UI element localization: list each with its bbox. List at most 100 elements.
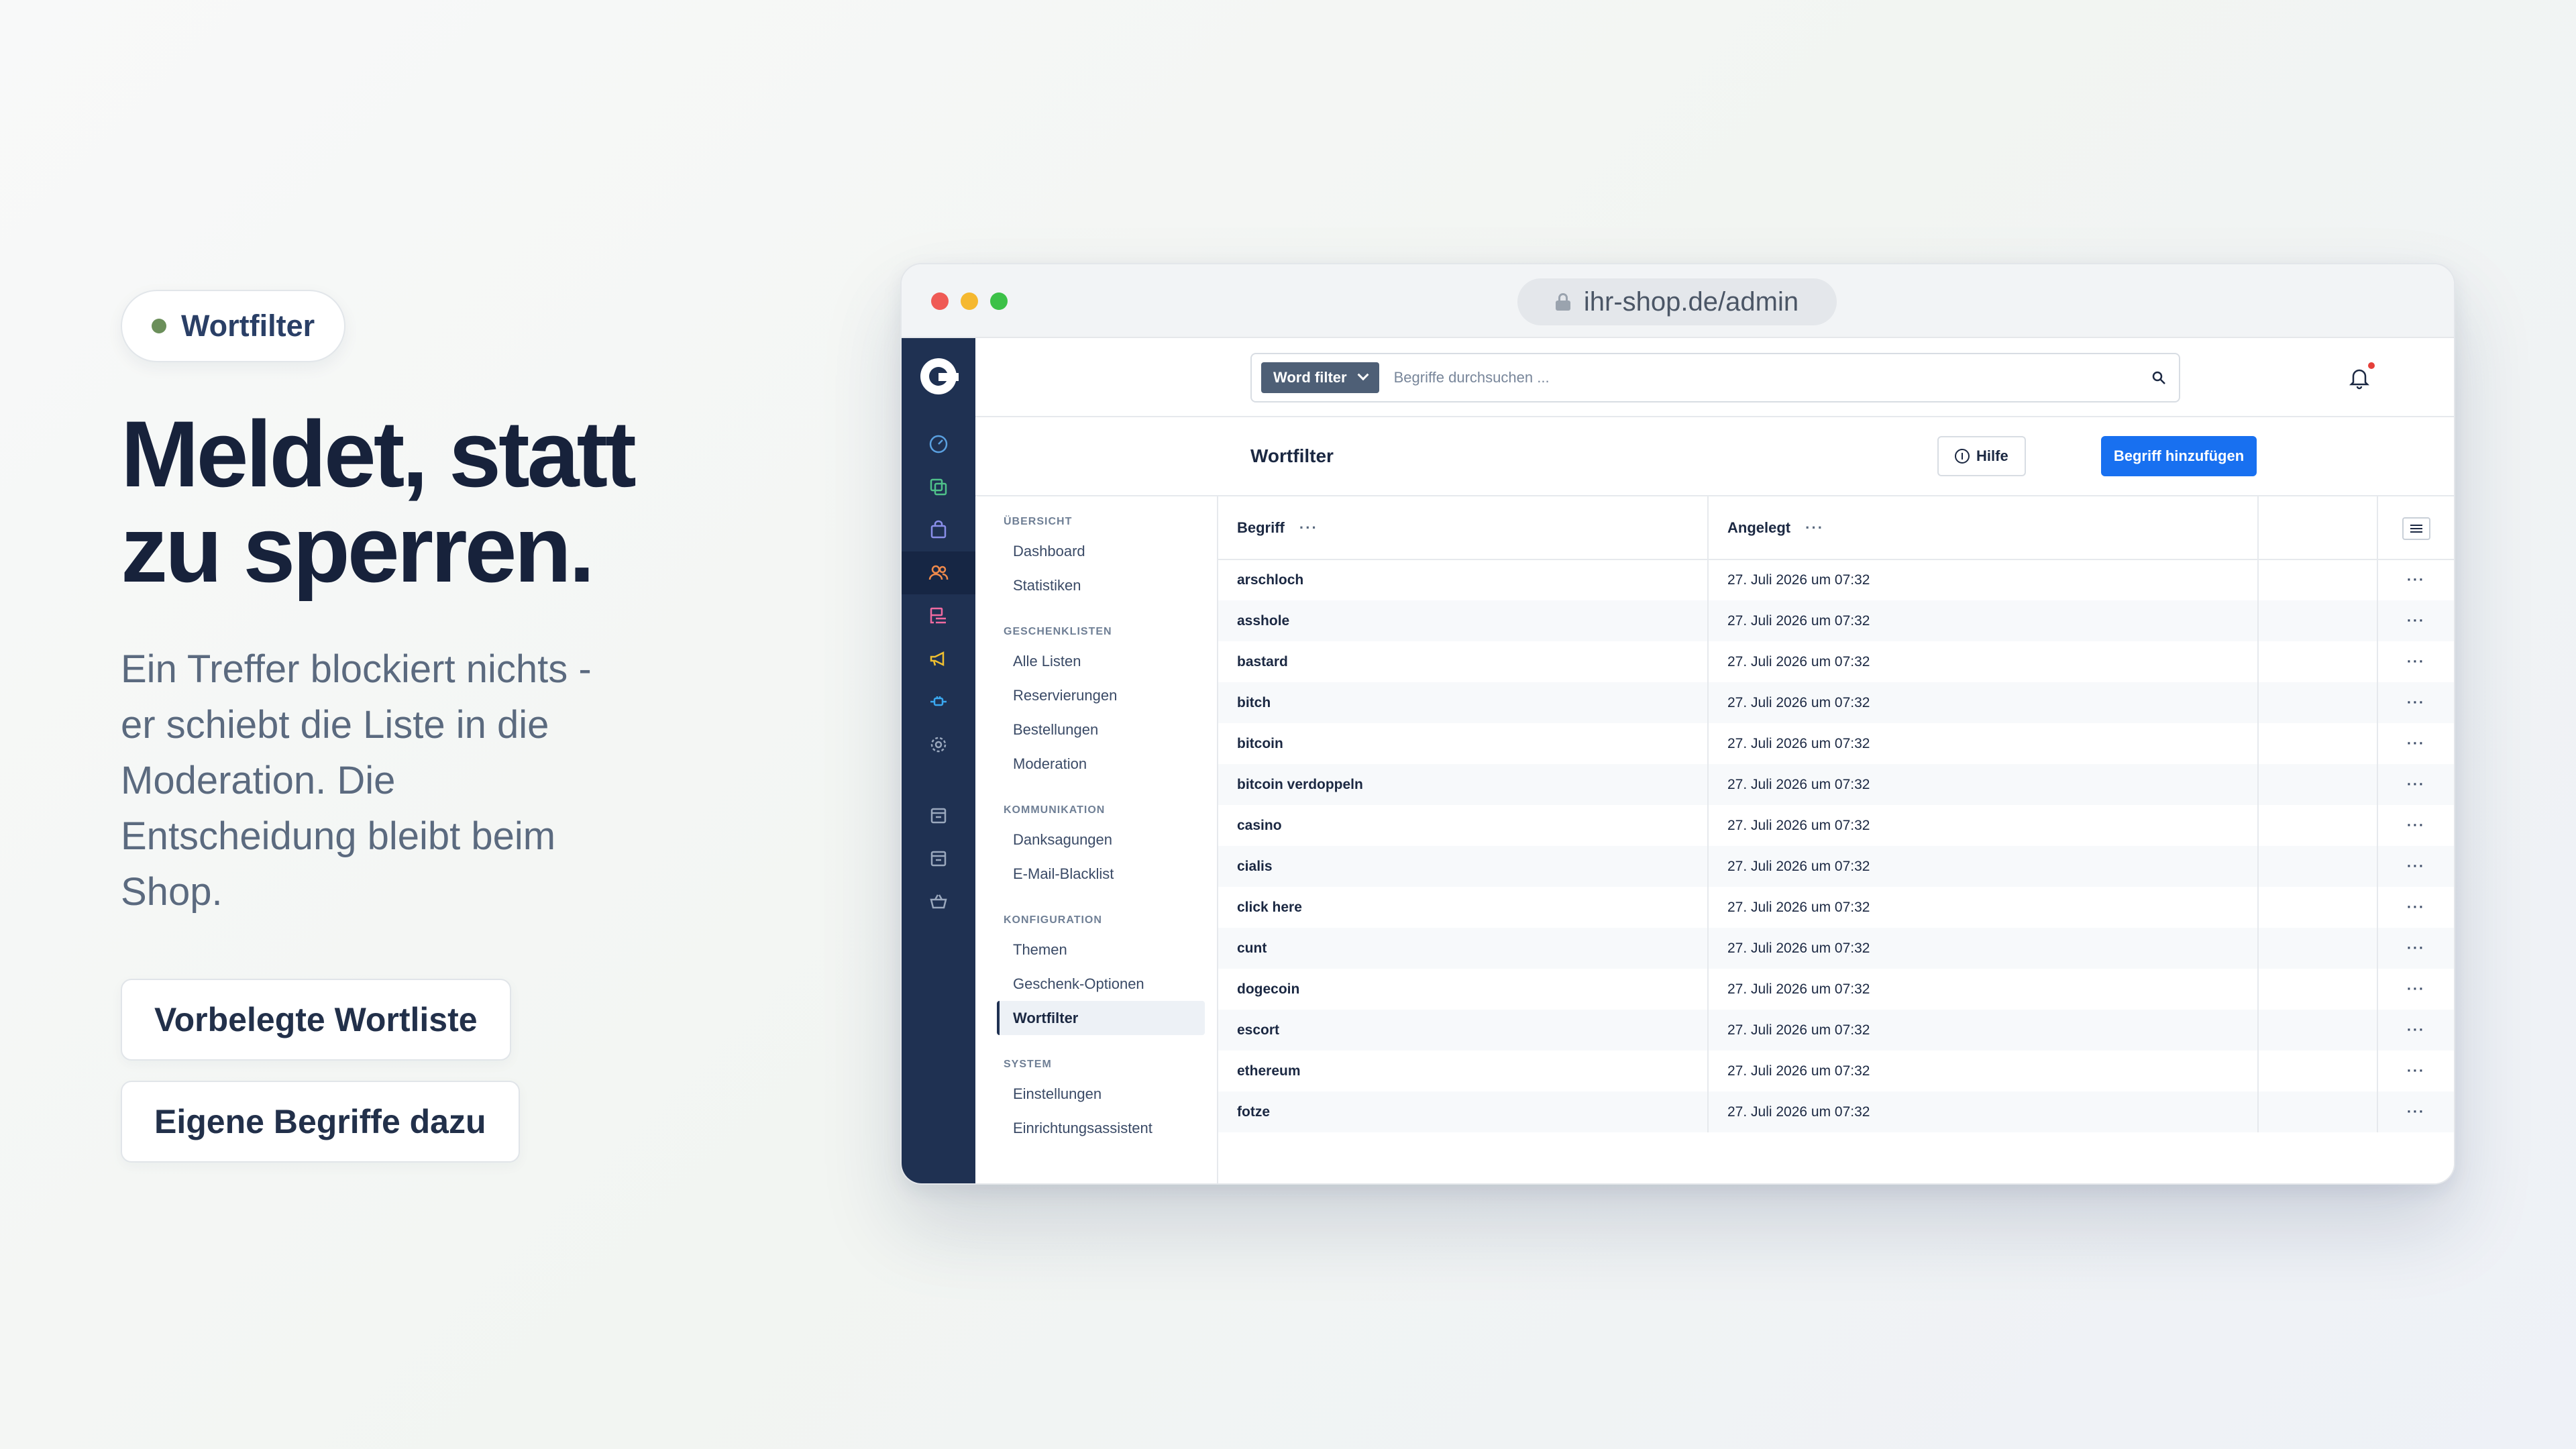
- search-scope-dropdown[interactable]: Word filter: [1261, 362, 1379, 393]
- subnav-section-communication: KOMMUNIKATION Danksagungen E-Mail-Blackl…: [997, 798, 1217, 891]
- spacer-cell: [2257, 887, 2377, 928]
- nav-sales-channel-1[interactable]: [902, 794, 975, 837]
- subnav-item-themes[interactable]: Themen: [997, 932, 1205, 967]
- created-cell: 27. Juli 2026 um 07:32: [1707, 1051, 2258, 1091]
- row-actions-button[interactable]: ···: [2377, 887, 2454, 928]
- column-options-button[interactable]: ···: [1805, 519, 1824, 536]
- row-actions-button[interactable]: ···: [2377, 1010, 2454, 1051]
- headline-line-2: zu sperren.: [121, 496, 595, 602]
- column-header-term[interactable]: Begriff ···: [1218, 496, 1708, 560]
- row-actions-button[interactable]: ···: [2377, 682, 2454, 723]
- row-actions-button[interactable]: ···: [2377, 846, 2454, 887]
- orders-bag-icon: [930, 520, 947, 539]
- nav-sales-channel-3[interactable]: [902, 880, 975, 923]
- add-term-button[interactable]: Begriff hinzufügen: [2101, 436, 2257, 476]
- hero: Wortfilter Meldet, statt zu sperren. Ein…: [121, 290, 859, 1163]
- feature-preset-wordlist: Vorbelegte Wortliste: [121, 979, 511, 1061]
- term-cell: casino: [1237, 817, 1282, 833]
- created-cell: 27. Juli 2026 um 07:32: [1707, 682, 2258, 723]
- nav-catalog[interactable]: [902, 466, 975, 508]
- nav-marketing[interactable]: [902, 637, 975, 680]
- wordfilter-table: Begriff ··· Angelegt ··· arschloch 27. J…: [1218, 496, 2454, 1183]
- spacer-cell: [2257, 682, 2377, 723]
- table-row[interactable]: bitch 27. Juli 2026 um 07:32 ···: [1218, 682, 2454, 723]
- term-cell: click here: [1237, 899, 1302, 915]
- nav-extensions[interactable]: [902, 680, 975, 723]
- subnav-section-configuration: KONFIGURATION Themen Geschenk-Optionen W…: [997, 908, 1217, 1035]
- column-header-spacer: [2257, 496, 2377, 560]
- search-scope-label: Word filter: [1273, 369, 1347, 386]
- table-row[interactable]: ethereum 27. Juli 2026 um 07:32 ···: [1218, 1051, 2454, 1091]
- settings-gear-icon: [930, 737, 947, 753]
- row-actions-button[interactable]: ···: [2377, 723, 2454, 764]
- subnav-item-email-blacklist[interactable]: E-Mail-Blacklist: [997, 857, 1205, 891]
- table-row[interactable]: escort 27. Juli 2026 um 07:32 ···: [1218, 1010, 2454, 1051]
- subnav-item-all-lists[interactable]: Alle Listen: [997, 644, 1205, 678]
- row-actions-button[interactable]: ···: [2377, 1091, 2454, 1132]
- subnav-item-thanks[interactable]: Danksagungen: [997, 822, 1205, 857]
- address-bar[interactable]: ihr-shop.de/admin: [1517, 278, 1837, 325]
- row-actions-button[interactable]: ···: [2377, 764, 2454, 805]
- subnav-item-settings[interactable]: Einstellungen: [997, 1077, 1205, 1111]
- column-header-created[interactable]: Angelegt ···: [1707, 496, 2258, 560]
- minimize-window-button[interactable]: [961, 292, 978, 310]
- table-row[interactable]: bastard 27. Juli 2026 um 07:32 ···: [1218, 641, 2454, 682]
- spacer-cell: [2257, 805, 2377, 846]
- search-input[interactable]: [1379, 358, 2139, 398]
- term-cell: bitcoin: [1237, 735, 1283, 751]
- table-row[interactable]: bitcoin verdoppeln 27. Juli 2026 um 07:32…: [1218, 764, 2454, 805]
- created-cell: 27. Juli 2026 um 07:32: [1707, 1010, 2258, 1051]
- subnav-item-reservations[interactable]: Reservierungen: [997, 678, 1205, 712]
- help-button[interactable]: Hilfe: [1937, 436, 2026, 476]
- row-actions-button[interactable]: ···: [2377, 600, 2454, 641]
- term-cell: cunt: [1218, 928, 1708, 969]
- nav-customers[interactable]: [902, 551, 975, 594]
- row-actions-button[interactable]: ···: [2377, 928, 2454, 969]
- table-row[interactable]: casino 27. Juli 2026 um 07:32 ···: [1218, 805, 2454, 846]
- nav-content[interactable]: [902, 594, 975, 637]
- wortfilter-badge: Wortfilter: [121, 290, 346, 362]
- spacer-cell: [2257, 1051, 2377, 1091]
- table-body: arschloch 27. Juli 2026 um 07:32 ··· asshol…: [1218, 559, 2454, 1132]
- subnav-item-setup-wizard[interactable]: Einrichtungsassistent: [997, 1111, 1205, 1145]
- created-cell: 27. Juli 2026 um 07:32: [1707, 887, 2258, 928]
- sales-channel-basket-icon: [930, 894, 947, 909]
- table-row[interactable]: fotze 27. Juli 2026 um 07:32 ···: [1218, 1091, 2454, 1132]
- brand-logo[interactable]: [920, 358, 959, 394]
- term-cell: arschloch: [1237, 572, 1304, 588]
- global-search: Word filter: [1250, 353, 2180, 402]
- subnav-item-dashboard[interactable]: Dashboard: [997, 534, 1205, 568]
- subnav-item-statistics[interactable]: Statistiken: [997, 568, 1205, 602]
- browser-chrome: ihr-shop.de/admin: [902, 264, 2454, 338]
- column-settings-button[interactable]: [2402, 517, 2430, 540]
- term-cell: escort: [1218, 1010, 1708, 1051]
- table-row[interactable]: arschloch 27. Juli 2026 um 07:32 ···: [1218, 559, 2454, 600]
- nav-dashboard[interactable]: [902, 423, 975, 466]
- nav-orders[interactable]: [902, 508, 975, 551]
- subnav-item-gift-options[interactable]: Geschenk-Optionen: [997, 967, 1205, 1001]
- close-window-button[interactable]: [931, 292, 949, 310]
- row-actions-button[interactable]: ···: [2377, 559, 2454, 600]
- list-icon: [2410, 527, 2422, 529]
- table-row[interactable]: click here 27. Juli 2026 um 07:32 ···: [1218, 887, 2454, 928]
- row-actions-button[interactable]: ···: [2377, 1051, 2454, 1091]
- table-row[interactable]: dogecoin 27. Juli 2026 um 07:32 ···: [1218, 969, 2454, 1010]
- nav-sales-channel-2[interactable]: [902, 837, 975, 880]
- table-row[interactable]: asshole 27. Juli 2026 um 07:32 ···: [1218, 600, 2454, 641]
- column-options-button[interactable]: ···: [1299, 519, 1318, 536]
- table-row[interactable]: cialis 27. Juli 2026 um 07:32 ···: [1218, 846, 2454, 887]
- subnav-item-wordfilter[interactable]: Wortfilter: [997, 1001, 1205, 1035]
- subnav-item-moderation[interactable]: Moderation: [997, 747, 1205, 781]
- maximize-window-button[interactable]: [990, 292, 1008, 310]
- sales-channel-store-2-icon: [930, 851, 947, 867]
- created-cell: 27. Juli 2026 um 07:32: [1707, 559, 2258, 600]
- table-row[interactable]: cunt 27. Juli 2026 um 07:32 ···: [1218, 928, 2454, 969]
- nav-settings[interactable]: [902, 723, 975, 766]
- notifications-button[interactable]: [2345, 362, 2375, 392]
- table-row[interactable]: bitcoin 27. Juli 2026 um 07:32 ···: [1218, 723, 2454, 764]
- row-actions-button[interactable]: ···: [2377, 641, 2454, 682]
- search-icon[interactable]: [2139, 358, 2179, 398]
- row-actions-button[interactable]: ···: [2377, 969, 2454, 1010]
- subnav-item-orders[interactable]: Bestellungen: [997, 712, 1205, 747]
- row-actions-button[interactable]: ···: [2377, 805, 2454, 846]
